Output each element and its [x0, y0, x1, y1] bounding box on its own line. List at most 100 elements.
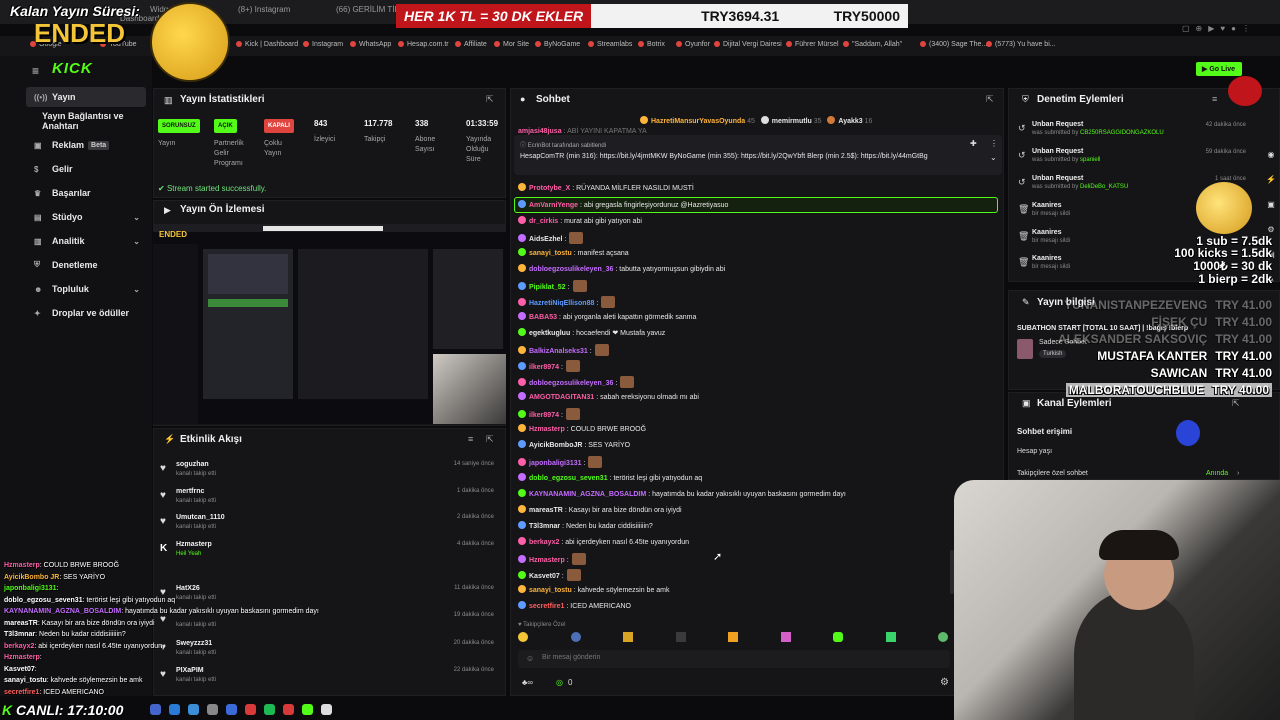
chat-username[interactable]: sanayi_tostu: [529, 250, 572, 257]
chat-username[interactable]: doblo_egzosu_seven31: [529, 475, 608, 482]
chat-username[interactable]: ilker8974: [529, 364, 559, 371]
chat-username[interactable]: egektkugluu: [529, 330, 570, 337]
bookmark[interactable]: Kick | Dashboard: [236, 41, 298, 48]
mod-action-item[interactable]: ↺ Unban Request was submitted by spaniel…: [1018, 148, 1246, 172]
emote-icon[interactable]: [833, 632, 843, 642]
chat-username[interactable]: dobloegzosulikeleyen_36: [529, 380, 613, 387]
chat-username[interactable]: AMGOTDAGITAN31: [529, 394, 594, 401]
heart-icon[interactable]: ♥: [1220, 24, 1225, 36]
emote-icon[interactable]: [675, 632, 686, 642]
emote-icon[interactable]: [780, 632, 791, 642]
chat-username[interactable]: Pipiklat_52: [529, 284, 566, 291]
chat-username[interactable]: BABA53: [529, 314, 557, 321]
bookmark[interactable]: Oyunfor: [676, 41, 710, 48]
sidebar-item-denetleme[interactable]: ⛨ Denetleme: [26, 255, 146, 275]
taskbar-icon[interactable]: [150, 704, 161, 715]
chat-username[interactable]: japonbaligi3131: [529, 460, 582, 467]
chevron-right-icon[interactable]: ›: [1237, 470, 1239, 477]
tool-icon[interactable]: ⚡: [1266, 175, 1276, 184]
chat-username[interactable]: berkayx2: [529, 539, 559, 546]
followers-only-chat-value[interactable]: Anında: [1206, 470, 1228, 477]
bookmark[interactable]: Hesap.com.tr: [398, 41, 449, 48]
chat-input[interactable]: Bir mesaj gönderin: [518, 650, 950, 668]
bookmark[interactable]: Streamlabs: [588, 41, 632, 48]
popout-icon[interactable]: ⇱: [486, 94, 494, 105]
chevron-down-icon[interactable]: ⌄: [990, 153, 997, 162]
popout-icon[interactable]: ⇱: [486, 434, 494, 445]
sidebar-item-topluluk[interactable]: ☻ Topluluk ⌄: [26, 279, 146, 299]
sidebar-item-droplar[interactable]: ✦ Droplar ve ödüller: [26, 303, 146, 323]
sidebar-item-analitik[interactable]: ▥ Analitik ⌄: [26, 231, 146, 251]
tool-icon[interactable]: ▣: [1267, 200, 1275, 209]
taskbar-icon[interactable]: [169, 704, 180, 715]
chat-username[interactable]: BalkizAnalseks31: [529, 348, 588, 355]
hamburger-menu-icon[interactable]: ≡: [32, 64, 39, 78]
chat-username[interactable]: HazretiNiqEllison88: [529, 300, 594, 307]
emote-icon[interactable]: [885, 632, 896, 642]
chat-settings-icon[interactable]: ⚙: [940, 677, 949, 688]
taskbar-icon[interactable]: [226, 704, 237, 715]
chat-username[interactable]: mareasTR: [529, 507, 563, 514]
taskbar-icon[interactable]: [188, 704, 199, 715]
chat-username[interactable]: T3l3mnar: [529, 523, 560, 530]
filter-icon[interactable]: ≡: [1212, 94, 1217, 104]
go-live-button[interactable]: ▶ Go Live: [1196, 62, 1242, 76]
chat-username[interactable]: sanayi_tostu: [529, 587, 572, 594]
chat-username[interactable]: secretfire1: [529, 603, 564, 610]
taskbar-icon[interactable]: [245, 704, 256, 715]
chat-username[interactable]: Hzmasterp: [529, 557, 565, 564]
chat-username[interactable]: Prototybe_X: [529, 185, 570, 192]
extension-icon[interactable]: ⊕: [1196, 24, 1203, 36]
menu-icon[interactable]: ⋮: [1242, 24, 1250, 36]
account-age-label[interactable]: Hesap yaşı: [1017, 448, 1052, 455]
bookmark[interactable]: Affiliate: [455, 41, 487, 48]
chat-username[interactable]: dr_cirkis: [529, 218, 558, 225]
bookmark[interactable]: Dijital Vergi Dairesi: [714, 41, 782, 48]
sidebar-item-yayin[interactable]: ((•)) Yayın: [26, 87, 146, 107]
emote-icon[interactable]: [570, 632, 581, 642]
chat-username[interactable]: AmVarniYenge: [529, 202, 578, 209]
sidebar-item-reklam[interactable]: ▣ Reklam Beta: [26, 135, 146, 155]
bookmark[interactable]: "Saddam, Allah": [843, 41, 902, 48]
extension-icon[interactable]: ▶: [1208, 24, 1214, 36]
chat-username[interactable]: KAYNANAMIN_AGZNA_BOSALDIM: [529, 491, 646, 498]
bookmark[interactable]: Instagram: [303, 41, 343, 48]
taskbar-icon[interactable]: [302, 704, 313, 715]
extension-icon[interactable]: ▢: [1182, 24, 1190, 36]
sidebar-item-gelir[interactable]: $ Gelir: [26, 159, 146, 179]
emote-icon[interactable]: [938, 632, 948, 642]
popout-icon[interactable]: ⇱: [1232, 398, 1240, 409]
pin-icon[interactable]: ✚: [970, 139, 977, 148]
tool-icon[interactable]: ◉: [1268, 150, 1275, 159]
chat-username[interactable]: AyicikBomboJR: [529, 442, 582, 449]
more-options-icon[interactable]: ⋮: [990, 139, 998, 148]
emote-icon[interactable]: [518, 632, 528, 642]
emote-icon[interactable]: [623, 632, 633, 642]
bookmark[interactable]: Führer Mürsel: [786, 41, 839, 48]
filter-icon[interactable]: ≡: [468, 434, 473, 444]
pinned-text[interactable]: HesapComTR (min 316): https://bit.ly/4jm…: [520, 152, 970, 162]
chat-username[interactable]: Hzmasterp: [529, 426, 565, 433]
stream-preview-video[interactable]: ENDED: [153, 224, 506, 424]
chat-username[interactable]: AidsEzhel: [529, 236, 562, 243]
emote-icon[interactable]: [728, 632, 738, 642]
sidebar-item-studyo[interactable]: ▤ Stüdyo ⌄: [26, 207, 146, 227]
kicks-icon[interactable]: ♣∞: [522, 678, 533, 687]
chat-username[interactable]: dobloegzosulikeleyen_36: [529, 266, 613, 273]
sidebar-item-stream-key[interactable]: Yayın Bağlantısı ve Anahtarı: [34, 111, 154, 131]
emoji-picker-icon[interactable]: ☺: [526, 654, 534, 663]
chat-username[interactable]: Kasvet07: [529, 573, 560, 580]
kick-logo[interactable]: KICK: [52, 60, 93, 77]
popout-icon[interactable]: ⇱: [986, 94, 994, 105]
tool-icon[interactable]: ⚙: [1267, 225, 1274, 234]
bookmark[interactable]: (5773) Yu have bi...: [986, 41, 1056, 48]
taskbar-icon[interactable]: [321, 704, 332, 715]
taskbar-icon[interactable]: [283, 704, 294, 715]
chat-username[interactable]: ilker8974: [529, 412, 559, 419]
mod-action-item[interactable]: ↺ Unban Request was submitted by CB250RS…: [1018, 121, 1246, 145]
bookmark[interactable]: Botrix: [638, 41, 665, 48]
browser-tab[interactable]: (8+) Instagram: [238, 5, 290, 14]
bookmark[interactable]: WhatsApp: [350, 41, 391, 48]
profile-icon[interactable]: ●: [1231, 24, 1236, 36]
followers-only-chat-label[interactable]: Takipçilere özel sohbet: [1017, 470, 1088, 477]
